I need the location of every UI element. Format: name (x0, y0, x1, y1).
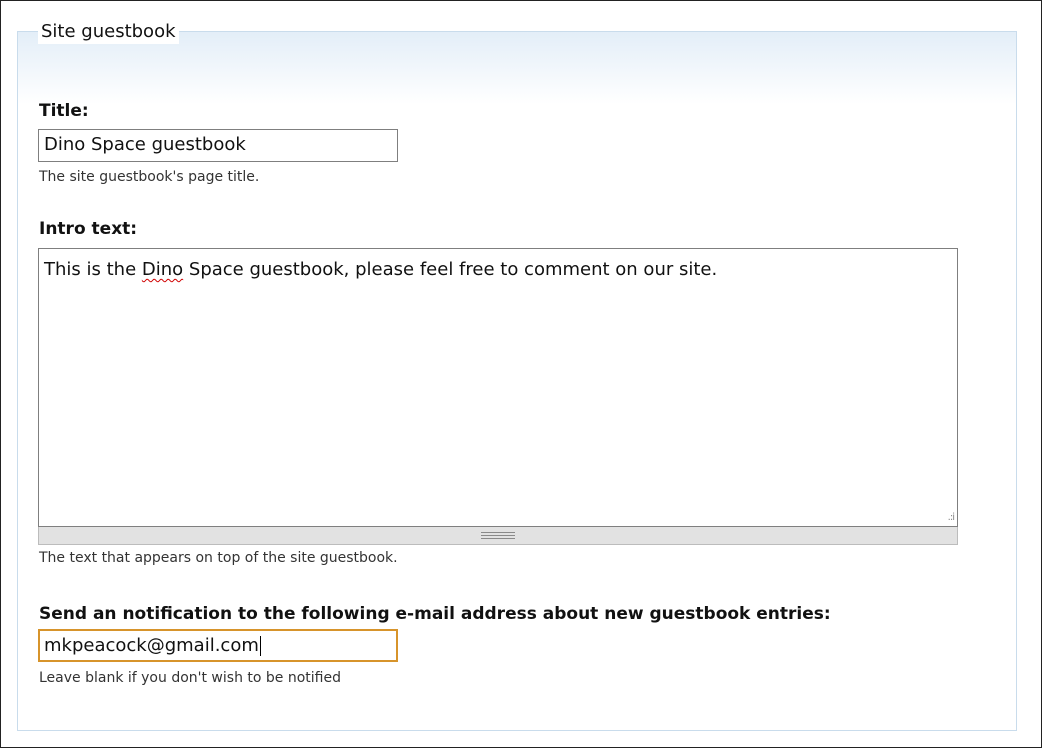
grip-lines-icon (481, 532, 515, 539)
notification-email-value: mkpeacock@gmail.com (44, 635, 259, 656)
title-input[interactable]: Dino Space guestbook (38, 129, 398, 162)
intro-text-textarea[interactable]: This is the Dino Space guestbook, please… (38, 248, 958, 527)
notification-email-description: Leave blank if you don't wish to be noti… (39, 670, 341, 686)
intro-text-value-start: This is the (44, 259, 142, 280)
intro-text-label: Intro text: (39, 219, 138, 239)
resize-corner-icon[interactable]: .:i (948, 513, 955, 523)
fieldset-legend: Site guestbook (38, 20, 179, 44)
title-label: Title: (39, 101, 89, 121)
text-cursor (259, 636, 261, 656)
notification-email-input[interactable]: mkpeacock@gmail.com (38, 629, 398, 662)
notification-email-label: Send an notification to the following e-… (39, 604, 831, 624)
textarea-resize-handle[interactable] (38, 527, 958, 545)
intro-text-value-end: Space guestbook, please feel free to com… (183, 259, 718, 280)
title-input-value: Dino Space guestbook (44, 134, 246, 155)
title-description: The site guestbook's page title. (39, 169, 260, 185)
intro-text-misspelled-word: Dino (141, 259, 184, 280)
intro-text-description: The text that appears on top of the site… (39, 550, 398, 566)
